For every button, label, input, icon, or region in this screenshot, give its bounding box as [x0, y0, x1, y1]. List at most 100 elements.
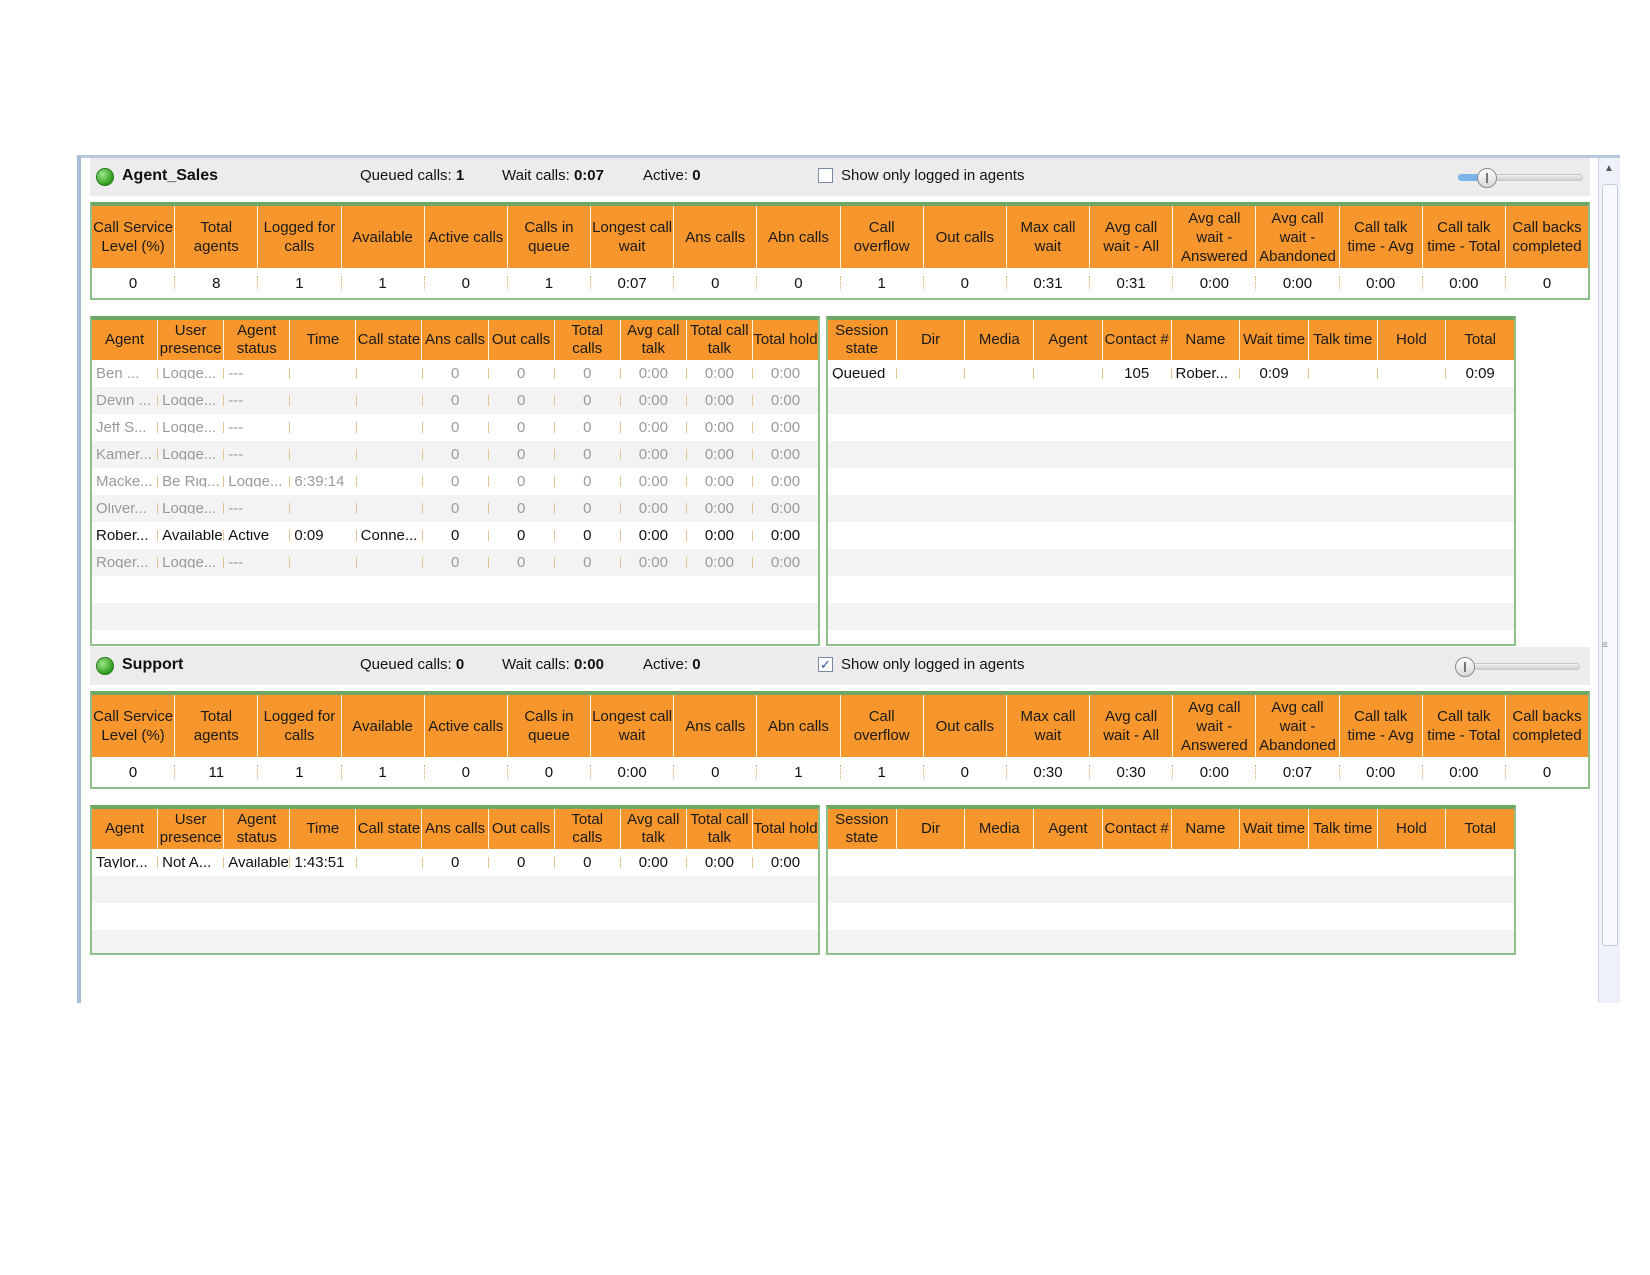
show-logged-in-label[interactable]: Show only logged in agents	[841, 656, 1024, 673]
agents-column-header[interactable]: Avg call talk	[621, 320, 687, 360]
sessions-column-header[interactable]: Dir	[897, 809, 966, 849]
stats-column-header[interactable]: Call talk time - Total	[1423, 206, 1506, 268]
agents-column-header[interactable]: Call state	[356, 809, 423, 849]
stats-column-header[interactable]: Max call wait	[1007, 695, 1091, 757]
stats-column-header[interactable]: Avg call wait - Answered	[1173, 206, 1257, 268]
agents-column-header[interactable]: Out calls	[489, 809, 555, 849]
sessions-column-header[interactable]: Name	[1172, 809, 1241, 849]
agent-row[interactable]: Devin ... Logge... --- 0 0 0 0:00 0:00 0:00	[92, 387, 818, 414]
sessions-column-header[interactable]: Contact #	[1103, 320, 1172, 360]
stats-column-header[interactable]: Available	[342, 695, 425, 757]
agent-row[interactable]: Taylor... Not A... Available 1:43:51 0 0 0 0:00…	[92, 849, 818, 876]
agents-column-header[interactable]: User presence	[158, 320, 225, 360]
zoom-slider[interactable]	[1455, 657, 1580, 677]
stats-column-header[interactable]: Avg call wait - Abandoned	[1256, 695, 1340, 757]
sessions-column-header[interactable]: Wait time	[1240, 809, 1309, 849]
stats-column-header[interactable]: Active calls	[425, 695, 508, 757]
slider-knob[interactable]	[1455, 657, 1475, 677]
stats-column-header[interactable]: Out calls	[924, 695, 1007, 757]
stats-column-header[interactable]: Call talk time - Avg	[1340, 206, 1423, 268]
agents-column-header[interactable]: Call state	[356, 320, 423, 360]
agents-column-header[interactable]: Total calls	[555, 320, 621, 360]
agents-column-header[interactable]: Total calls	[555, 809, 621, 849]
stats-column-header[interactable]: Logged for calls	[258, 206, 342, 268]
stats-column-header[interactable]: Avg call wait - All	[1090, 206, 1174, 268]
sessions-column-header[interactable]: Total	[1446, 320, 1514, 360]
agent-row[interactable]: Kamer... Logge... --- 0 0 0 0:00 0:00 0:00	[92, 441, 818, 468]
agents-column-header[interactable]: Agent	[92, 320, 159, 360]
sessions-column-header[interactable]: Talk time	[1309, 320, 1378, 360]
sessions-column-header[interactable]: Session state	[828, 809, 897, 849]
stats-column-header[interactable]: Active calls	[425, 206, 508, 268]
sessions-column-header[interactable]: Wait time	[1240, 320, 1309, 360]
stats-column-header[interactable]: Max call wait	[1007, 206, 1091, 268]
agents-column-header[interactable]: Total hold	[753, 320, 818, 360]
stats-column-header[interactable]: Call Service Level (%)	[92, 206, 176, 268]
stats-column-header[interactable]: Avg call wait - All	[1090, 695, 1174, 757]
agents-column-header[interactable]: Total call talk	[687, 320, 753, 360]
agent-row[interactable]: Jeff S... Logge... --- 0 0 0 0:00 0:00 0:00	[92, 414, 818, 441]
sessions-column-header[interactable]: Media	[965, 809, 1035, 849]
stats-column-header[interactable]: Total agents	[175, 206, 259, 268]
stats-column-header[interactable]: Calls in queue	[508, 206, 592, 268]
agents-column-header[interactable]: Time	[290, 320, 357, 360]
sessions-column-header[interactable]: Talk time	[1309, 809, 1378, 849]
agents-column-header[interactable]: Ans calls	[422, 809, 489, 849]
agents-column-header[interactable]: Out calls	[489, 320, 555, 360]
vertical-scrollbar[interactable]: ▲ ≡	[1598, 158, 1620, 1003]
stats-column-header[interactable]: Call overflow	[841, 695, 924, 757]
stats-column-header[interactable]: Call Service Level (%)	[92, 695, 176, 757]
stats-column-header[interactable]: Calls in queue	[508, 695, 592, 757]
stats-column-header[interactable]: Avg call wait - Answered	[1173, 695, 1257, 757]
stats-column-header[interactable]: Call backs completed	[1506, 695, 1588, 757]
agents-column-header[interactable]: User presence	[158, 809, 225, 849]
stats-column-header[interactable]: Call overflow	[841, 206, 924, 268]
zoom-slider[interactable]	[1458, 168, 1583, 188]
scroll-up-arrow-icon[interactable]: ▲	[1603, 162, 1615, 176]
sessions-column-header[interactable]: Media	[965, 320, 1035, 360]
stats-column-header[interactable]: Call talk time - Total	[1423, 695, 1506, 757]
agents-column-header[interactable]: Total call talk	[687, 809, 753, 849]
stats-column-header[interactable]: Out calls	[924, 206, 1007, 268]
stats-column-header[interactable]: Longest call wait	[591, 206, 675, 268]
agents-column-header[interactable]: Avg call talk	[621, 809, 687, 849]
sessions-column-header[interactable]: Session state	[828, 320, 897, 360]
stats-column-header[interactable]: Avg call wait - Abandoned	[1256, 206, 1340, 268]
agents-column-header[interactable]: Agent	[92, 809, 159, 849]
slider-knob[interactable]	[1476, 168, 1497, 188]
agents-column-header[interactable]: Ans calls	[422, 320, 489, 360]
agent-row[interactable]: Roger... Logge... --- 0 0 0 0:00 0:00 0:00	[92, 549, 818, 576]
sessions-column-header[interactable]: Agent	[1034, 809, 1103, 849]
agents-column-header[interactable]: Time	[290, 809, 357, 849]
stats-column-header[interactable]: Ans calls	[674, 206, 758, 268]
session-row[interactable]: Queued 105 Rober... 0:09 0:09	[828, 360, 1514, 387]
sessions-column-header[interactable]: Name	[1172, 320, 1241, 360]
show-logged-in-label[interactable]: Show only logged in agents	[841, 167, 1024, 184]
stats-column-header[interactable]: Abn calls	[757, 695, 841, 757]
agents-column-header[interactable]: Agent status	[224, 809, 291, 849]
agent-row[interactable]: Macke... Be Rig... Logge... 6:39:14 0 0 0 0:00 0…	[92, 468, 818, 495]
stats-column-header[interactable]: Longest call wait	[591, 695, 675, 757]
sessions-column-header[interactable]: Hold	[1378, 320, 1447, 360]
show-logged-in-checkbox[interactable]	[818, 168, 833, 183]
sessions-column-header[interactable]: Contact #	[1103, 809, 1172, 849]
agent-row[interactable]: Ben ... Logge... --- 0 0 0 0:00 0:00 0:00	[92, 360, 818, 387]
agent-row[interactable]: Oliver... Logge... --- 0 0 0 0:00 0:00 0:00	[92, 495, 818, 522]
stats-column-header[interactable]: Total agents	[175, 695, 259, 757]
sessions-column-header[interactable]: Hold	[1378, 809, 1447, 849]
sessions-column-header[interactable]: Agent	[1034, 320, 1103, 360]
stats-column-header[interactable]: Logged for calls	[258, 695, 342, 757]
sessions-column-header[interactable]: Total	[1446, 809, 1514, 849]
stats-column-header[interactable]: Ans calls	[674, 695, 758, 757]
stats-column-header[interactable]: Call talk time - Avg	[1340, 695, 1423, 757]
stats-column-header[interactable]: Available	[342, 206, 425, 268]
stats-column-header[interactable]: Abn calls	[757, 206, 841, 268]
agent-row[interactable]: Rober... Available Active 0:09 Conne... 0 0 0 0:…	[92, 522, 818, 549]
scroll-thumb[interactable]	[1602, 184, 1618, 946]
sessions-column-header[interactable]: Dir	[897, 320, 966, 360]
agents-column-header[interactable]: Agent status	[224, 320, 291, 360]
show-logged-in-checkbox[interactable]: ✓	[818, 657, 833, 672]
agents-column-header[interactable]: Total hold	[753, 809, 818, 849]
session-cell	[1378, 368, 1447, 379]
stats-column-header[interactable]: Call backs completed	[1506, 206, 1588, 268]
